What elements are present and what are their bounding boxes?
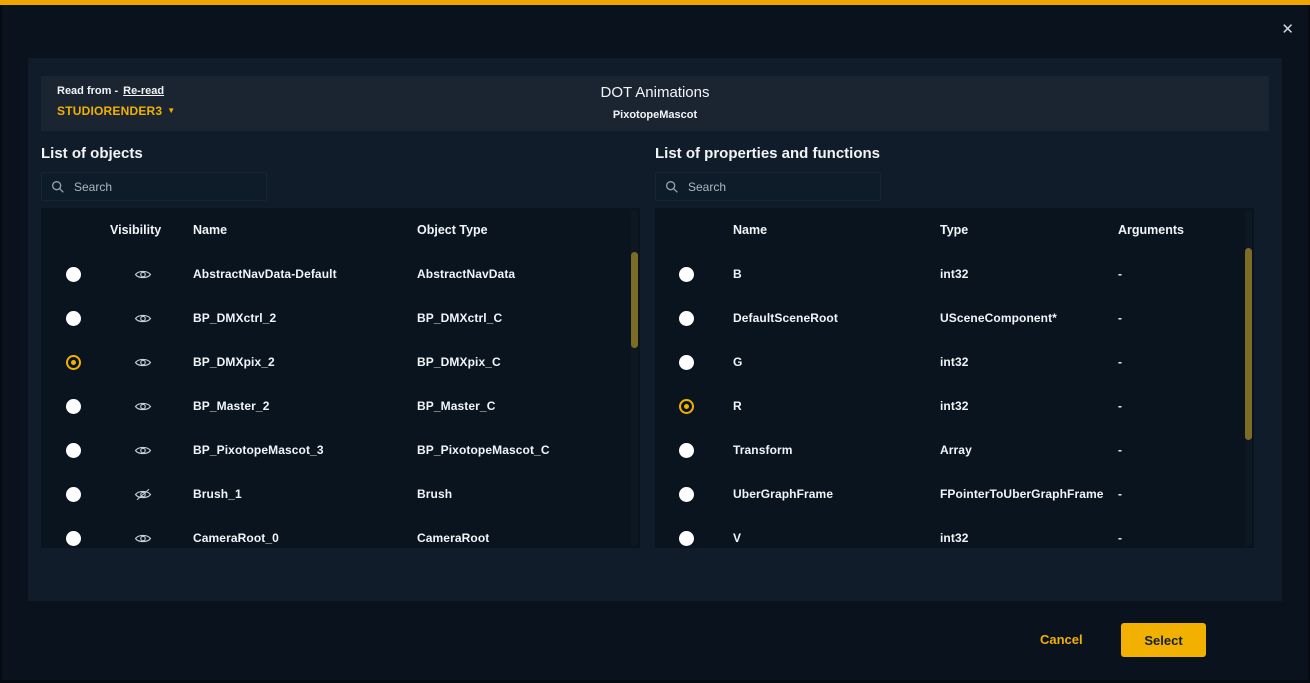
top-accent-bar — [0, 0, 1310, 5]
cell-arguments: - — [1118, 399, 1254, 413]
column-header-type: Type — [940, 223, 1118, 237]
table-row[interactable]: Transform Array - — [655, 428, 1254, 472]
cell-name: BP_PixotopeMascot_3 — [181, 443, 417, 457]
table-row[interactable]: V int32 - — [655, 516, 1254, 548]
properties-search-input[interactable] — [655, 172, 881, 201]
column-header-visibility: Visibility — [105, 223, 181, 237]
table-row[interactable]: R int32 - — [655, 384, 1254, 428]
column-header-arguments: Arguments — [1118, 223, 1254, 237]
cell-object-type: BP_DMXctrl_C — [417, 311, 640, 325]
objects-panel-title: List of objects — [41, 145, 640, 163]
radio-button[interactable] — [66, 399, 81, 414]
table-row[interactable]: AbstractNavData-Default AbstractNavData — [41, 252, 640, 296]
radio-button[interactable] — [679, 311, 694, 326]
cell-type: int32 — [940, 399, 1118, 413]
dialog-title: DOT Animations — [41, 84, 1269, 101]
cell-type: int32 — [940, 531, 1118, 545]
cell-name: Brush_1 — [181, 487, 417, 501]
column-header-object-type: Object Type — [417, 223, 640, 237]
radio-button[interactable] — [66, 355, 81, 370]
cell-arguments: - — [1118, 311, 1254, 325]
cell-name: BP_DMXpix_2 — [181, 355, 417, 369]
objects-panel: List of objects Visibility Name Object T… — [41, 145, 640, 548]
table-row[interactable]: BP_Master_2 BP_Master_C — [41, 384, 640, 428]
visibility-eye-off-icon[interactable] — [134, 488, 152, 501]
cell-name: R — [717, 399, 940, 413]
visibility-eye-icon[interactable] — [134, 400, 152, 413]
cell-object-type: BP_Master_C — [417, 399, 640, 413]
dialog-surface: Read from -Re-read STUDIORENDER3▼ DOT An… — [28, 58, 1282, 601]
table-row[interactable]: BP_DMXpix_2 BP_DMXpix_C — [41, 340, 640, 384]
cell-object-type: Brush — [417, 487, 640, 501]
column-header-name: Name — [717, 223, 940, 237]
objects-search-input[interactable] — [41, 172, 267, 201]
cell-name: UberGraphFrame — [717, 487, 940, 501]
table-row[interactable]: G int32 - — [655, 340, 1254, 384]
properties-panel: List of properties and functions Name Ty… — [655, 145, 1254, 548]
radio-button[interactable] — [66, 487, 81, 502]
table-row[interactable]: DefaultSceneRoot USceneComponent* - — [655, 296, 1254, 340]
table-row[interactable]: BP_DMXctrl_2 BP_DMXctrl_C — [41, 296, 640, 340]
scrollbar-thumb[interactable] — [1245, 248, 1252, 440]
visibility-eye-icon[interactable] — [134, 268, 152, 281]
cell-name: CameraRoot_0 — [181, 531, 417, 545]
cell-type: FPointerToUberGraphFrame — [940, 487, 1118, 501]
cell-name: V — [717, 531, 940, 545]
radio-button[interactable] — [679, 355, 694, 370]
header-bar: Read from -Re-read STUDIORENDER3▼ DOT An… — [41, 76, 1269, 131]
cell-name: BP_Master_2 — [181, 399, 417, 413]
cell-name: BP_DMXctrl_2 — [181, 311, 417, 325]
cell-object-type: AbstractNavData — [417, 267, 640, 281]
cell-name: G — [717, 355, 940, 369]
cell-object-type: CameraRoot — [417, 531, 640, 545]
cancel-button[interactable]: Cancel — [1040, 632, 1083, 647]
objects-table: Visibility Name Object Type AbstractNavD… — [41, 208, 640, 548]
cell-object-type: BP_PixotopeMascot_C — [417, 443, 640, 457]
radio-button[interactable] — [66, 267, 81, 282]
radio-button[interactable] — [679, 399, 694, 414]
cell-arguments: - — [1118, 443, 1254, 457]
objects-table-header: Visibility Name Object Type — [41, 208, 640, 252]
column-header-name: Name — [181, 223, 417, 237]
scrollbar-thumb[interactable] — [631, 252, 638, 348]
table-row[interactable]: Brush_1 Brush — [41, 472, 640, 516]
table-row[interactable]: UberGraphFrame FPointerToUberGraphFrame … — [655, 472, 1254, 516]
cell-type: Array — [940, 443, 1118, 457]
radio-button[interactable] — [679, 487, 694, 502]
visibility-eye-icon[interactable] — [134, 444, 152, 457]
objects-search — [41, 172, 267, 201]
radio-button[interactable] — [66, 531, 81, 546]
radio-button[interactable] — [679, 531, 694, 546]
properties-table-header: Name Type Arguments — [655, 208, 1254, 252]
radio-button[interactable] — [679, 267, 694, 282]
cell-arguments: - — [1118, 531, 1254, 545]
dialog-window: ✕ Read from -Re-read STUDIORENDER3▼ DOT … — [0, 0, 1310, 683]
properties-search — [655, 172, 881, 201]
cell-arguments: - — [1118, 487, 1254, 501]
radio-button[interactable] — [66, 311, 81, 326]
cell-name: DefaultSceneRoot — [717, 311, 940, 325]
dialog-subtitle: PixotopeMascot — [41, 109, 1269, 121]
table-row[interactable]: B int32 - — [655, 252, 1254, 296]
table-row[interactable]: BP_PixotopeMascot_3 BP_PixotopeMascot_C — [41, 428, 640, 472]
visibility-eye-icon[interactable] — [134, 532, 152, 545]
cell-name: Transform — [717, 443, 940, 457]
select-button[interactable]: Select — [1121, 623, 1206, 657]
properties-table: Name Type Arguments B int32 - DefaultSce… — [655, 208, 1254, 548]
properties-panel-title: List of properties and functions — [655, 145, 1254, 163]
cell-type: int32 — [940, 355, 1118, 369]
cell-name: B — [717, 267, 940, 281]
visibility-eye-icon[interactable] — [134, 312, 152, 325]
cell-type: int32 — [940, 267, 1118, 281]
close-icon[interactable]: ✕ — [1281, 20, 1294, 38]
visibility-eye-icon[interactable] — [134, 356, 152, 369]
cell-name: AbstractNavData-Default — [181, 267, 417, 281]
radio-button[interactable] — [66, 443, 81, 458]
cell-arguments: - — [1118, 355, 1254, 369]
table-row[interactable]: CameraRoot_0 CameraRoot — [41, 516, 640, 548]
cell-arguments: - — [1118, 267, 1254, 281]
cell-type: USceneComponent* — [940, 311, 1118, 325]
cell-object-type: BP_DMXpix_C — [417, 355, 640, 369]
radio-button[interactable] — [679, 443, 694, 458]
